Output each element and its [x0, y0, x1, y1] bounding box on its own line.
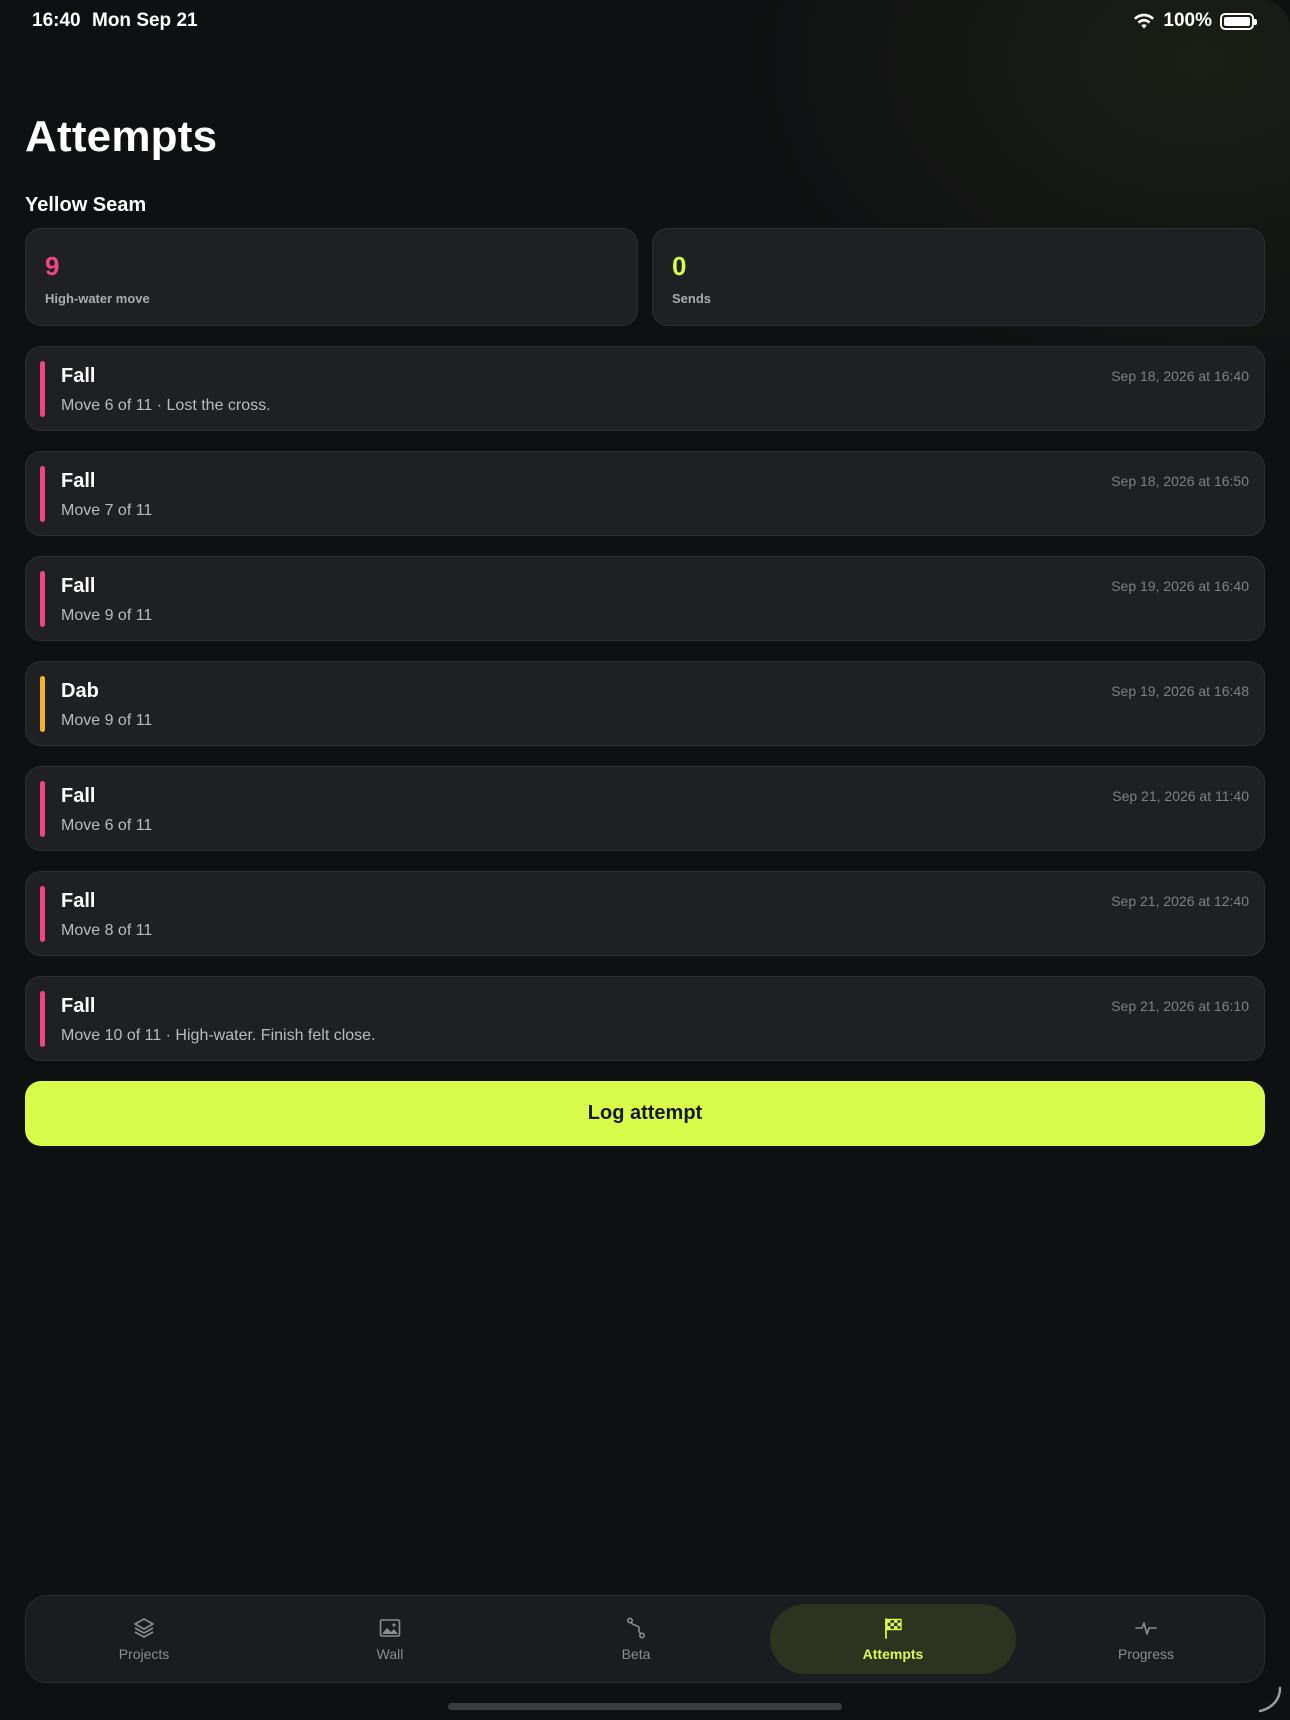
attempt-outcome: Fall [61, 365, 96, 387]
tab-beta[interactable]: Beta [526, 1604, 746, 1674]
attempt-date: Sep 21, 2026 at 16:10 [1111, 998, 1249, 1014]
high-water-label: High-water move [45, 291, 150, 306]
attempt-date: Sep 21, 2026 at 11:40 [1112, 788, 1249, 804]
attempt-detail: Move 6 of 11 [61, 817, 153, 834]
attempt-date: Sep 19, 2026 at 16:48 [1111, 683, 1249, 699]
attempt-detail: Move 8 of 11 [61, 922, 153, 939]
attempt-row[interactable]: Fall Move 7 of 11 Sep 18, 2026 at 16:50 [25, 451, 1265, 536]
tab-bar: Projects Wall Beta Attempts Progress [25, 1595, 1265, 1683]
attempt-detail: Move 7 of 11 [61, 502, 153, 519]
page-title: Attempts [25, 112, 218, 161]
attempt-outcome: Fall [61, 995, 96, 1017]
status-time: 16:40 [32, 10, 81, 31]
high-water-stat-card: 9 High-water move [25, 228, 638, 326]
outcome-indicator [40, 886, 45, 942]
attempt-row[interactable]: Fall Move 6 of 11 · Lost the cross. Sep … [25, 346, 1265, 431]
battery-percentage: 100% [1163, 10, 1212, 31]
attempt-detail: Move 10 of 11 · High-water. Finish felt … [61, 1027, 376, 1044]
battery-icon [1220, 12, 1257, 30]
attempt-row[interactable]: Fall Move 9 of 11 Sep 19, 2026 at 16:40 [25, 556, 1265, 641]
corner-arc-icon [1258, 1686, 1282, 1713]
log-attempt-button[interactable]: Log attempt [25, 1081, 1265, 1146]
layers-icon [134, 1618, 154, 1638]
tab-label: Projects [118, 1646, 170, 1662]
home-indicator[interactable] [448, 1703, 842, 1710]
tab-label: Attempts [862, 1646, 924, 1662]
sends-stat-card: 0 Sends [652, 228, 1265, 326]
attempt-date: Sep 21, 2026 at 12:40 [1111, 893, 1249, 909]
outcome-indicator [40, 571, 45, 627]
outcome-indicator [40, 676, 45, 732]
attempt-outcome: Fall [61, 575, 96, 597]
attempt-outcome: Fall [61, 890, 96, 912]
attempt-detail: Move 9 of 11 [61, 712, 153, 729]
attempt-detail: Move 9 of 11 [61, 607, 153, 624]
pulse-icon [1135, 1622, 1157, 1635]
app-screen: 16:40 Mon Sep 21 100% Attempts Yellow Se… [0, 0, 1290, 1720]
attempt-date: Sep 18, 2026 at 16:50 [1111, 473, 1249, 489]
attempt-row[interactable]: Fall Move 10 of 11 · High-water. Finish … [25, 976, 1265, 1061]
tab-label: Beta [621, 1646, 651, 1662]
outcome-indicator [40, 991, 45, 1047]
tab-progress[interactable]: Progress [1036, 1604, 1256, 1674]
wifi-icon [1134, 13, 1155, 29]
attempt-list: Fall Move 6 of 11 · Lost the cross. Sep … [25, 346, 1265, 1081]
sends-label: Sends [672, 291, 712, 306]
attempt-row[interactable]: Fall Move 6 of 11 Sep 21, 2026 at 11:40 [25, 766, 1265, 851]
high-water-value: 9 [45, 251, 60, 281]
tab-attempts[interactable]: Attempts [770, 1604, 1016, 1674]
attempt-outcome: Fall [61, 785, 96, 807]
sends-value: 0 [672, 251, 687, 281]
tab-label: Progress [1117, 1646, 1175, 1662]
attempt-detail: Move 6 of 11 · Lost the cross. [61, 397, 271, 414]
status-date: Mon Sep 21 [92, 10, 198, 31]
attempt-row[interactable]: Dab Move 9 of 11 Sep 19, 2026 at 16:48 [25, 661, 1265, 746]
route-icon [626, 1617, 646, 1639]
image-icon [379, 1619, 401, 1637]
status-indicators: 100% [1133, 10, 1257, 32]
outcome-indicator [40, 781, 45, 837]
attempt-date: Sep 18, 2026 at 16:40 [1111, 368, 1249, 384]
outcome-indicator [40, 361, 45, 417]
tab-projects[interactable]: Projects [34, 1604, 254, 1674]
attempt-row[interactable]: Fall Move 8 of 11 Sep 21, 2026 at 12:40 [25, 871, 1265, 956]
tab-wall[interactable]: Wall [280, 1604, 500, 1674]
project-name: Yellow Seam [25, 194, 147, 216]
attempt-outcome: Dab [61, 680, 99, 702]
tab-label: Wall [376, 1646, 404, 1662]
attempt-date: Sep 19, 2026 at 16:40 [1111, 578, 1249, 594]
status-bar: 16:40 Mon Sep 21 100% [0, 0, 1290, 44]
outcome-indicator [40, 466, 45, 522]
checkered-flag-icon [885, 1618, 902, 1639]
attempt-outcome: Fall [61, 470, 96, 492]
